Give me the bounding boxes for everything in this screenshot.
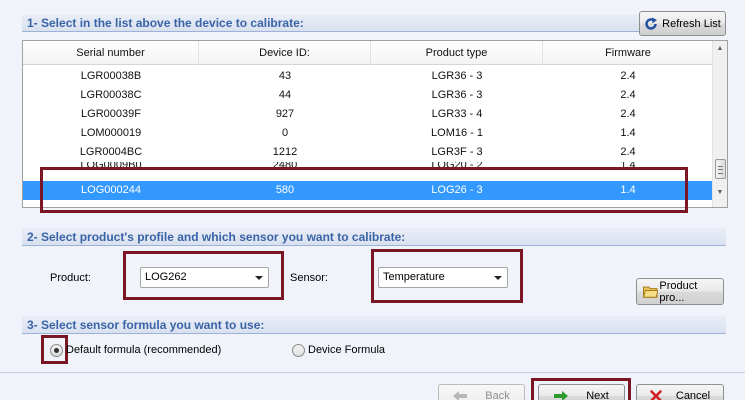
cell-firmware: 2.4 — [620, 108, 636, 120]
sensor-combobox[interactable]: Temperature — [378, 267, 508, 288]
next-arrow-icon — [554, 391, 569, 400]
section3-title: 3- Select sensor formula you want to use… — [27, 318, 265, 332]
cell-firmware: 1.4 — [620, 162, 636, 171]
cancel-label: Cancel — [675, 390, 711, 400]
cell-firmware: 1.4 — [620, 184, 636, 196]
cell-product-type: LGR3F - 3 — [431, 146, 483, 158]
table-row[interactable]: LGR00039F 927 LGR33 - 4 2.4 — [23, 105, 713, 124]
back-button[interactable]: Back — [438, 384, 525, 400]
refresh-icon — [645, 17, 658, 30]
table-row[interactable]: LGR0004BC 1212 LGR3F - 3 2.4 — [23, 143, 713, 162]
cell-device-id: 2480 — [272, 162, 298, 171]
product-value: LOG262 — [145, 271, 187, 283]
table-row[interactable]: LOM000019 0 LOM16 - 1 1.4 — [23, 124, 713, 143]
column-product-type[interactable]: Product type — [371, 41, 543, 65]
cell-serial: LOG0009B0 — [80, 162, 142, 171]
product-label: Product: — [50, 272, 91, 284]
table-row[interactable]: LGR00038B 43 LGR36 - 3 2.4 — [23, 67, 713, 86]
section2-title: 2- Select product's profile and which se… — [27, 230, 406, 244]
device-table[interactable]: Serial number Device ID: Product type Fi… — [22, 40, 728, 208]
sensor-label: Sensor: — [290, 272, 328, 284]
footer-divider — [0, 372, 745, 373]
cell-firmware: 1.4 — [620, 127, 636, 139]
device-formula-radio[interactable] — [292, 344, 305, 357]
cell-product-type: LGR33 - 4 — [431, 108, 483, 120]
section2-header: 2- Select product's profile and which se… — [22, 228, 726, 246]
next-label: Next — [586, 390, 609, 400]
folder-icon — [643, 286, 659, 298]
cell-product-type: LOG26 - 3 — [431, 184, 483, 196]
scroll-down-icon[interactable]: ▼ — [713, 185, 727, 201]
column-serial-number[interactable]: Serial number — [23, 41, 199, 65]
scroll-thumb[interactable] — [715, 159, 726, 179]
cell-serial: LGR00038B — [80, 70, 142, 82]
refresh-list-button[interactable]: Refresh List — [639, 11, 726, 36]
refresh-list-label: Refresh List — [662, 17, 721, 30]
table-row[interactable]: LOG0009B0 2480 LOG20 - 2 1.4 — [23, 162, 713, 176]
section1-header: 1- Select in the list above the device t… — [22, 14, 726, 32]
section3-header: 3- Select sensor formula you want to use… — [22, 316, 726, 334]
cell-product-type: LGR36 - 3 — [431, 89, 483, 101]
cell-device-id: 44 — [278, 89, 292, 101]
cell-serial: LGR00039F — [81, 108, 141, 120]
cell-device-id: 1212 — [272, 146, 298, 158]
back-label: Back — [485, 390, 510, 400]
cell-product-type: LOM16 - 1 — [431, 127, 483, 139]
cell-serial: LOM000019 — [80, 127, 142, 139]
table-row[interactable]: LGR00038C 44 LGR36 - 3 2.4 — [23, 86, 713, 105]
cell-product-type: LGR36 - 3 — [431, 70, 483, 82]
column-device-id[interactable]: Device ID: — [199, 41, 371, 65]
cell-device-id: 580 — [275, 184, 295, 196]
section1-title: 1- Select in the list above the device t… — [27, 16, 304, 30]
column-firmware[interactable]: Firmware — [543, 41, 713, 65]
product-profile-label: Product pro... — [659, 279, 698, 304]
cell-firmware: 2.4 — [620, 146, 636, 158]
sensor-value: Temperature — [383, 271, 445, 283]
cell-serial: LOG000244 — [81, 184, 141, 196]
cell-firmware: 2.4 — [620, 89, 636, 101]
cell-device-id: 43 — [278, 70, 292, 82]
product-profile-button[interactable]: Product pro... — [636, 278, 724, 305]
cell-firmware: 2.4 — [620, 70, 636, 82]
table-row-selected[interactable]: LOG000244 580 LOG26 - 3 1.4 — [23, 181, 713, 200]
next-button[interactable]: Next — [538, 384, 625, 400]
cell-device-id: 0 — [281, 127, 289, 139]
cell-serial: LGR0004BC — [79, 146, 143, 158]
device-formula-label[interactable]: Device Formula — [308, 344, 385, 356]
table-scrollbar[interactable]: ▲ ▼ — [712, 41, 727, 207]
scroll-up-icon[interactable]: ▲ — [713, 41, 727, 57]
chevron-down-icon[interactable] — [255, 276, 263, 280]
back-arrow-icon — [453, 391, 468, 400]
chevron-down-icon[interactable] — [494, 276, 502, 280]
cell-serial: LGR00038C — [80, 89, 142, 101]
cancel-x-icon — [650, 390, 662, 400]
default-formula-label[interactable]: Default formula (recommended) — [66, 344, 221, 356]
cell-product-type: LOG20 - 2 — [431, 162, 483, 171]
cell-device-id: 927 — [275, 108, 295, 120]
default-formula-radio[interactable] — [50, 344, 63, 357]
table-header: Serial number Device ID: Product type Fi… — [23, 41, 713, 65]
cancel-button[interactable]: Cancel — [636, 384, 724, 400]
product-combobox[interactable]: LOG262 — [140, 267, 269, 288]
